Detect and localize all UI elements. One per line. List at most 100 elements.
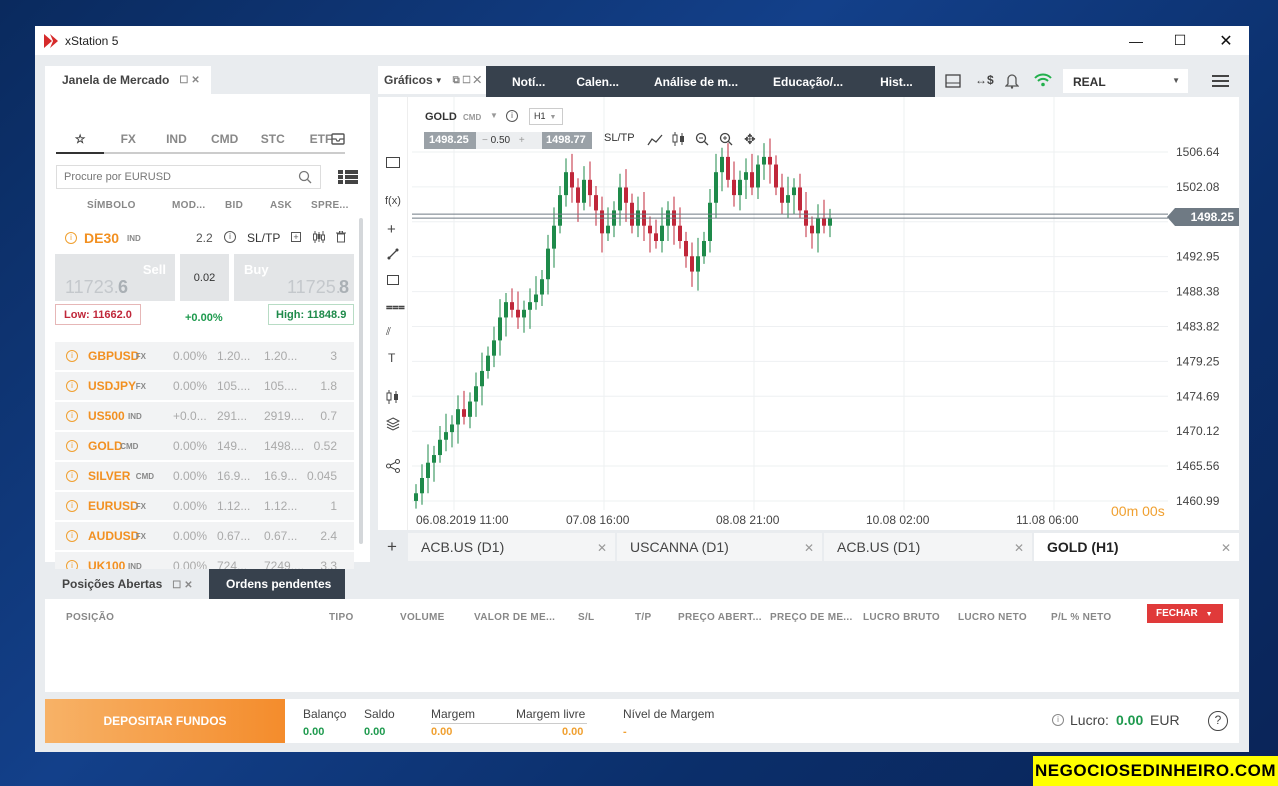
candle-body[interactable] <box>426 462 430 478</box>
candle-body[interactable] <box>654 233 658 241</box>
chart-bid[interactable]: 1498.25 <box>424 132 476 149</box>
col-market-price[interactable]: PREÇO DE ME... <box>770 612 853 623</box>
fibonacci-icon[interactable]: ⩶ <box>386 301 405 314</box>
account-select[interactable]: REAL ▼ <box>1063 69 1188 93</box>
list-item[interactable]: i EURUSD FX 0.00% 1.12... 1.12... 1 <box>55 492 354 520</box>
col-net-profit[interactable]: LUCRO NETO <box>958 612 1027 623</box>
col-sl[interactable]: S/L <box>578 612 594 623</box>
row-symbol[interactable]: SILVER <box>88 469 140 483</box>
candle-body[interactable] <box>450 424 454 433</box>
col-symbol[interactable]: SÍMBOLO <box>87 200 136 211</box>
details-icon[interactable]: i <box>224 231 236 243</box>
row-symbol[interactable]: GBPUSD <box>88 349 140 363</box>
buy-button[interactable]: Buy 11725. 8 <box>234 254 354 301</box>
add-icon[interactable]: + <box>291 232 301 242</box>
candle-body[interactable] <box>606 225 610 234</box>
candle-body[interactable] <box>732 179 736 196</box>
candle-body[interactable] <box>726 156 730 180</box>
chart-tab[interactable]: USCANNA (D1) ✕ <box>617 533 822 561</box>
row-symbol[interactable]: AUDUSD <box>88 529 140 543</box>
bell-icon[interactable] <box>1004 73 1020 92</box>
candle-body[interactable] <box>474 386 478 402</box>
menu-icon[interactable] <box>1212 75 1229 90</box>
candle-body[interactable] <box>438 439 442 456</box>
currency-icon[interactable]: ↔$ <box>975 73 994 87</box>
tab-history[interactable]: Hist... <box>880 75 913 89</box>
candle-body[interactable] <box>444 432 448 440</box>
chart-tab[interactable]: ACB.US (D1) ✕ <box>408 533 615 561</box>
candle-body[interactable] <box>486 355 490 371</box>
pitchfork-icon[interactable]: ⫽ <box>386 326 391 339</box>
candle-body[interactable] <box>714 172 718 203</box>
grid-view-icon[interactable] <box>338 170 358 184</box>
volume-input[interactable]: 0.02 <box>180 254 229 301</box>
tab-news[interactable]: Notí... <box>512 75 545 89</box>
candle-body[interactable] <box>522 309 526 318</box>
list-item[interactable]: i SILVER CMD 0.00% 16.9... 16.9... 0.045 <box>55 462 354 490</box>
candle-body[interactable] <box>552 225 556 249</box>
chart-tab-active[interactable]: GOLD (H1) ✕ <box>1034 533 1239 561</box>
chart-area[interactable]: 1506.641502.081497.511492.951488.381483.… <box>378 97 1239 530</box>
layout-icon[interactable] <box>945 74 961 91</box>
panel-controls-icon[interactable]: ☐✕ <box>179 75 202 86</box>
candle-body[interactable] <box>756 164 760 188</box>
candle-body[interactable] <box>510 302 514 310</box>
col-gross-profit[interactable]: LUCRO BRUTO <box>863 612 940 623</box>
candle-body[interactable] <box>624 187 628 203</box>
candle-body[interactable] <box>816 218 820 234</box>
candle-body[interactable] <box>504 302 508 318</box>
candle-body[interactable] <box>690 256 694 272</box>
candle-body[interactable] <box>462 409 466 417</box>
inbox-icon[interactable] <box>331 132 345 146</box>
info-icon[interactable]: i <box>66 530 78 542</box>
col-position[interactable]: POSIÇÃO <box>66 612 114 623</box>
trash-icon[interactable] <box>336 230 346 243</box>
candle-body[interactable] <box>744 172 748 180</box>
add-chart-icon[interactable]: + <box>378 533 406 561</box>
candle-body[interactable] <box>648 225 652 234</box>
candle-body[interactable] <box>414 493 418 501</box>
tab-cmd[interactable]: CMD <box>201 132 249 152</box>
col-volume[interactable]: VOLUME <box>400 612 445 623</box>
close-icon[interactable]: ✕ <box>1203 26 1249 55</box>
candle-body[interactable] <box>774 164 778 188</box>
layers-icon[interactable] <box>385 417 401 434</box>
candle-body[interactable] <box>768 156 772 165</box>
line-chart-icon[interactable] <box>647 134 663 149</box>
deposit-button[interactable]: DEPOSITAR FUNDOS <box>45 699 285 743</box>
chevron-down-icon[interactable]: ▼ <box>490 111 498 120</box>
candle-body[interactable] <box>618 187 622 211</box>
info-icon[interactable]: i <box>506 110 518 122</box>
candle-body[interactable] <box>798 187 802 211</box>
candle-body[interactable] <box>750 172 754 188</box>
col-market-value[interactable]: VALOR DE ME... <box>474 612 555 623</box>
info-icon[interactable]: i <box>66 440 78 452</box>
candle-type-icon[interactable] <box>672 132 686 149</box>
candle-body[interactable] <box>594 195 598 211</box>
candle-body[interactable] <box>708 202 712 241</box>
panel-controls-icon[interactable]: ⧉☐✕ <box>453 75 484 86</box>
col-type[interactable]: TIPO <box>329 612 354 623</box>
featured-symbol[interactable]: DE30 <box>84 230 119 246</box>
tab-pending-orders[interactable]: Ordens pendentes <box>209 569 345 599</box>
candle-body[interactable] <box>696 256 700 272</box>
interval-select[interactable]: H1 ▼ <box>529 108 563 125</box>
candle-body[interactable] <box>660 225 664 241</box>
chart-tab[interactable]: ACB.US (D1) ✕ <box>824 533 1032 561</box>
candle-body[interactable] <box>516 309 520 318</box>
candle-body[interactable] <box>678 225 682 241</box>
candle-body[interactable] <box>492 340 496 356</box>
candle-body[interactable] <box>498 317 502 341</box>
tab-charts[interactable]: Gráficos ▼ ⧉☐✕ <box>378 66 492 94</box>
candle-body[interactable] <box>684 240 688 257</box>
trendline-icon[interactable] <box>387 248 399 263</box>
zoom-in-icon[interactable] <box>719 132 733 149</box>
col-spread[interactable]: SPRE... <box>311 200 349 211</box>
candle-body[interactable] <box>420 477 424 494</box>
chart-symbol[interactable]: GOLD <box>425 111 457 123</box>
candle-body[interactable] <box>558 195 562 226</box>
candle-body[interactable] <box>576 187 580 203</box>
row-symbol[interactable]: EURUSD <box>88 499 140 513</box>
info-icon[interactable]: i <box>66 380 78 392</box>
tab-calendar[interactable]: Calen... <box>576 75 619 89</box>
